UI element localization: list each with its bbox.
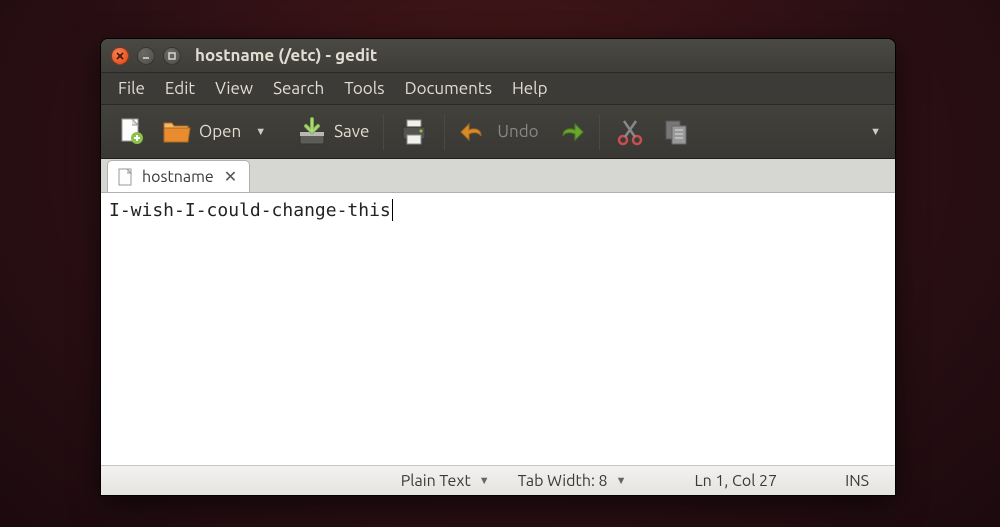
undo-button[interactable]: Undo [453, 112, 544, 152]
maximize-button[interactable] [163, 47, 181, 65]
close-button[interactable] [111, 47, 129, 65]
titlebar[interactable]: hostname (/etc) - gedit [101, 39, 895, 73]
copy-icon [660, 116, 692, 148]
document-tab[interactable]: hostname ✕ [107, 160, 250, 192]
redo-icon [553, 116, 585, 148]
toolbar-overflow[interactable]: ▼ [864, 126, 887, 138]
window-controls [111, 47, 181, 65]
window-title: hostname (/etc) - gedit [195, 46, 377, 65]
editor-window: hostname (/etc) - gedit File Edit View S… [100, 38, 896, 496]
insmode-label: INS [845, 472, 869, 490]
open-label: Open [199, 122, 241, 141]
cut-icon [614, 116, 646, 148]
syntax-label: Plain Text [401, 472, 471, 490]
undo-icon [459, 116, 491, 148]
save-button[interactable]: Save [290, 112, 375, 152]
menubar: File Edit View Search Tools Documents He… [101, 73, 895, 105]
menu-search[interactable]: Search [264, 75, 333, 102]
new-button[interactable] [109, 112, 153, 152]
tab-close-icon[interactable]: ✕ [222, 167, 239, 186]
tab-label: hostname [142, 168, 214, 186]
menu-tools[interactable]: Tools [335, 75, 393, 102]
editor-content: I-wish-I-could-change-this [109, 200, 391, 221]
open-folder-icon [161, 116, 193, 148]
print-button[interactable] [392, 112, 436, 152]
tabbar: hostname ✕ [101, 159, 895, 193]
toolbar-separator [383, 114, 384, 150]
menu-edit[interactable]: Edit [156, 75, 204, 102]
redo-button[interactable] [547, 112, 591, 152]
menu-help[interactable]: Help [503, 75, 557, 102]
menu-documents[interactable]: Documents [396, 75, 501, 102]
toolbar: Open ▼ Save Undo [101, 105, 895, 159]
syntax-selector[interactable]: Plain Text ▼ [387, 472, 504, 490]
menu-file[interactable]: File [109, 75, 154, 102]
undo-label: Undo [497, 122, 538, 141]
file-icon [118, 168, 134, 186]
new-file-icon [115, 116, 147, 148]
open-button[interactable]: Open [155, 112, 247, 152]
save-icon [296, 116, 328, 148]
print-icon [398, 116, 430, 148]
save-label: Save [334, 122, 369, 141]
dropdown-icon: ▼ [479, 475, 490, 487]
copy-button[interactable] [654, 112, 698, 152]
dropdown-icon: ▼ [616, 475, 627, 487]
statusbar: Plain Text ▼ Tab Width: 8 ▼ Ln 1, Col 27… [101, 465, 895, 495]
toolbar-separator [444, 114, 445, 150]
cut-button[interactable] [608, 112, 652, 152]
text-editor[interactable]: I-wish-I-could-change-this [101, 193, 895, 465]
tabwidth-selector[interactable]: Tab Width: 8 ▼ [504, 472, 641, 490]
toolbar-separator [599, 114, 600, 150]
menu-view[interactable]: View [206, 75, 262, 102]
open-dropdown[interactable]: ▼ [249, 126, 272, 138]
position-label: Ln 1, Col 27 [694, 472, 777, 490]
insert-mode[interactable]: INS [831, 472, 883, 490]
cursor-position: Ln 1, Col 27 [680, 472, 791, 490]
text-cursor [392, 199, 393, 221]
minimize-button[interactable] [137, 47, 155, 65]
tabwidth-label: Tab Width: 8 [518, 472, 608, 490]
